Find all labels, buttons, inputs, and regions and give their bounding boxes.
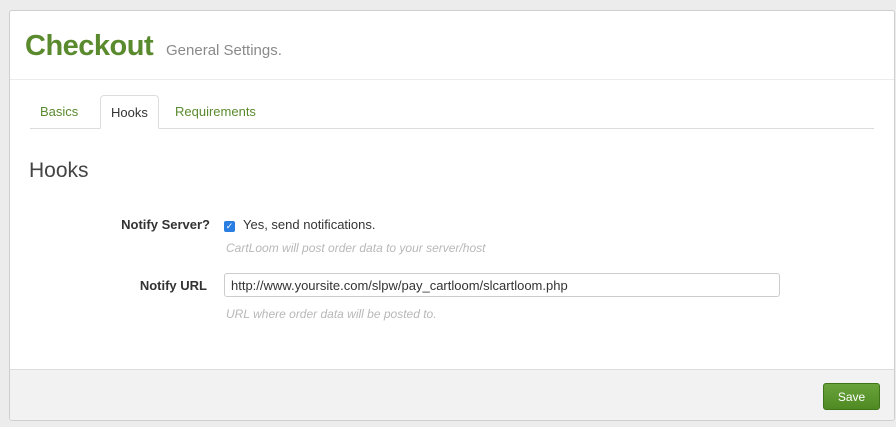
tab-hooks[interactable]: Hooks (100, 95, 159, 129)
tab-requirements[interactable]: Requirements (165, 95, 266, 128)
save-button[interactable]: Save (823, 383, 880, 410)
page-title: Checkout (25, 30, 154, 62)
panel-header: Checkout General Settings. (10, 11, 894, 80)
notify-server-label: Notify Server? (121, 217, 210, 232)
notify-url-help: URL where order data will be posted to. (226, 307, 437, 321)
notify-server-checkbox[interactable]: ✓ (224, 221, 235, 232)
section-title: Hooks (29, 159, 89, 182)
tab-bar: Basics Hooks Requirements (30, 95, 874, 129)
notify-url-input[interactable] (224, 273, 780, 297)
notify-server-help: CartLoom will post order data to your se… (226, 241, 486, 255)
notify-url-label: Notify URL (139, 278, 207, 293)
page-subtitle: General Settings. (166, 42, 282, 59)
check-icon: ✓ (225, 221, 234, 231)
settings-panel: Checkout General Settings. Basics Hooks … (9, 10, 895, 421)
tab-basics[interactable]: Basics (30, 95, 88, 128)
panel-footer: Save (10, 369, 894, 420)
notify-server-checkbox-label[interactable]: Yes, send notifications. (243, 217, 376, 232)
